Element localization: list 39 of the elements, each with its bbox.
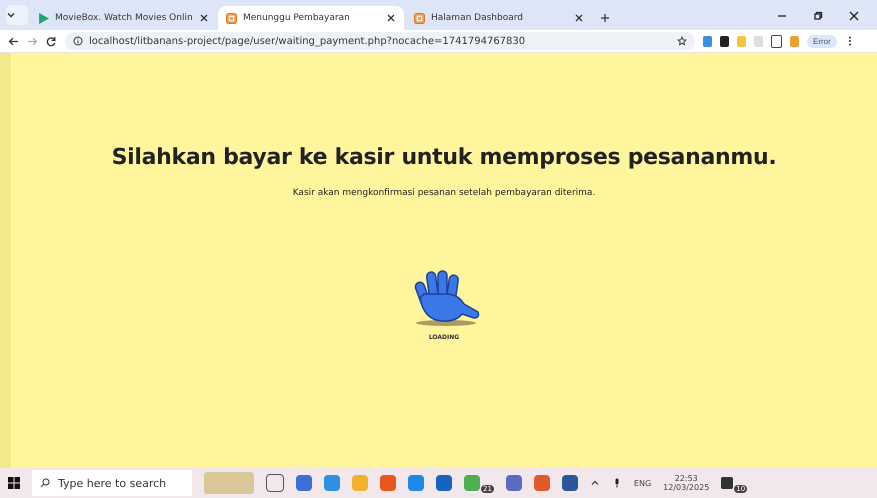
new-tab-icon[interactable] bbox=[600, 13, 610, 23]
restore-icon[interactable] bbox=[813, 11, 823, 21]
tab-search-button[interactable] bbox=[6, 5, 28, 25]
chevron-icon bbox=[6, 10, 16, 20]
page-icon bbox=[226, 12, 237, 24]
address-field[interactable]: localhost/litbanans-project/page/user/waiting_payment.php?nocache=1741794767830 bbox=[65, 32, 695, 50]
app-icon[interactable] bbox=[324, 475, 340, 491]
windows-logo-icon[interactable] bbox=[8, 477, 20, 489]
extension-icon[interactable] bbox=[720, 36, 729, 46]
app-icon[interactable] bbox=[436, 475, 452, 491]
back-icon[interactable] bbox=[8, 36, 19, 46]
tab-title: MovieBox. Watch Movies Onlin bbox=[55, 13, 193, 23]
browser-tab[interactable]: MovieBox. Watch Movies Onlin bbox=[30, 6, 216, 30]
message-text: Kasir akan mengkonfirmasi pesanan setelah pembayaran diterima. bbox=[292, 188, 596, 198]
page-heading: Silahkan bayar ke kasir untuk memproses pesananmu. bbox=[112, 145, 776, 170]
browser-tab[interactable]: Halaman Dashboard bbox=[406, 6, 592, 30]
app-icon[interactable] bbox=[380, 475, 396, 491]
browser-tab[interactable]: Menunggu Pembayaran bbox=[218, 6, 404, 30]
app-icon[interactable] bbox=[408, 475, 424, 491]
app-icon[interactable] bbox=[296, 475, 312, 491]
close-icon[interactable] bbox=[386, 13, 396, 23]
app-icon[interactable] bbox=[534, 475, 550, 491]
close-icon[interactable] bbox=[849, 11, 859, 21]
search-icon bbox=[40, 478, 50, 488]
info-icon[interactable] bbox=[73, 36, 83, 46]
tab-title: Halaman Dashboard bbox=[431, 13, 524, 23]
page-icon bbox=[414, 12, 425, 24]
clock-time[interactable]: 22:53 bbox=[674, 474, 698, 483]
clock-date[interactable]: 12/03/2025 bbox=[663, 483, 710, 492]
reload-icon[interactable] bbox=[46, 36, 57, 46]
close-icon[interactable] bbox=[198, 13, 209, 23]
profile-button[interactable]: Error bbox=[807, 34, 837, 48]
language-indicator[interactable]: ENG bbox=[634, 478, 652, 488]
app-icon[interactable] bbox=[506, 475, 522, 491]
play-icon bbox=[38, 12, 49, 24]
taskbar-search-field[interactable]: Type here to search bbox=[32, 470, 192, 496]
star-icon[interactable] bbox=[677, 36, 687, 46]
close-icon[interactable] bbox=[574, 13, 584, 23]
tab-title: Menunggu Pembayaran bbox=[243, 13, 351, 23]
